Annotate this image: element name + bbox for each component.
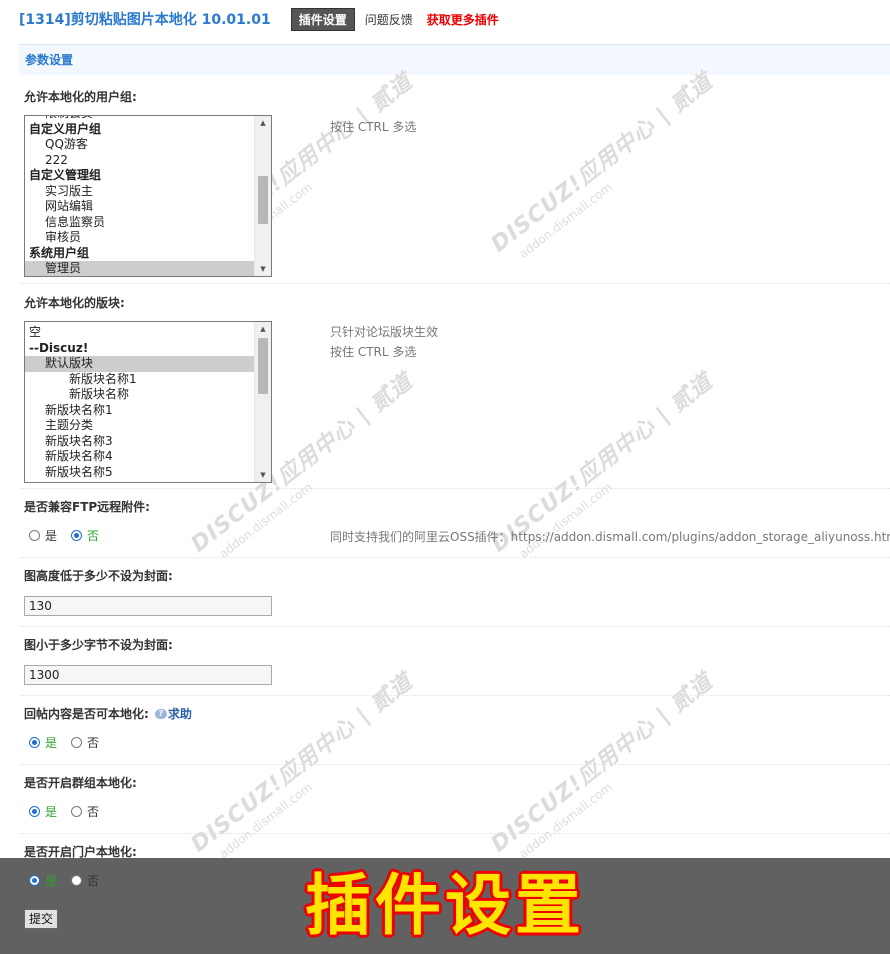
scroll-up-icon[interactable]: ▲ (255, 322, 271, 336)
group-local-no-label[interactable]: 否 (87, 803, 99, 820)
forums-label: 允许本地化的版块: (24, 296, 125, 310)
user-groups-scrollbar[interactable]: ▲ ▼ (254, 116, 271, 276)
watermark: DISCUZ!应用中心 | 贰道addon.dismall.com (487, 669, 731, 874)
forum-option[interactable]: --Discuz! (25, 341, 254, 357)
forum-option[interactable]: 主题分类 (25, 418, 254, 434)
group-local-yes-label[interactable]: 是 (45, 803, 57, 820)
reply-local-label-row: 回帖内容是否可本地化: ? 求助 (24, 705, 192, 722)
group-local-label: 是否开启群组本地化: (24, 776, 137, 790)
forums-tip-2: 按住 CTRL 多选 (330, 345, 417, 359)
user-groups-options: 限制会员自定义用户组QQ游客222自定义管理组实习版主网站编辑信息监察员审核员系… (25, 116, 254, 276)
forums-listbox[interactable]: 空 --Discuz! 默认版块 新版块名称1 新版块名称 新版块名称1 主题分类 新版块名称… (24, 321, 272, 483)
watermark: DISCUZ!应用中心 | 贰道addon.dismall.com (486, 69, 731, 274)
user-groups-label: 允许本地化的用户组: (24, 90, 137, 104)
user-group-option[interactable]: 系统用户组 (25, 246, 254, 262)
ftp-no-radio[interactable] (71, 530, 83, 541)
forum-option[interactable]: 新版块名称4 (25, 449, 254, 465)
ftp-radio-group: 是 否 (29, 527, 113, 544)
forum-option[interactable]: 新版块名称5 (25, 465, 254, 481)
user-groups-tip: 按住 CTRL 多选 (330, 120, 417, 134)
watermark-url: addon.dismall.com (516, 179, 615, 261)
ftp-label: 是否兼容FTP远程附件: (24, 500, 150, 514)
group-local-radio-group: 是 否 (29, 803, 113, 820)
forum-option[interactable]: 新版块名称3 (25, 434, 254, 450)
ftp-yes-label[interactable]: 是 (45, 527, 57, 544)
forums-options: 空 --Discuz! 默认版块 新版块名称1 新版块名称 新版块名称1 主题分类 新版块名称… (25, 325, 254, 480)
ftp-yes-radio[interactable] (29, 530, 40, 541)
min-height-label: 图高度低于多少不设为封面: (24, 569, 173, 583)
reply-local-yes-label[interactable]: 是 (45, 734, 57, 751)
user-group-option[interactable]: 自定义管理组 (25, 168, 254, 184)
reply-local-label: 回帖内容是否可本地化: (24, 707, 149, 721)
forum-option[interactable]: 空 (25, 325, 254, 341)
help-text[interactable]: 求助 (168, 705, 192, 722)
scrollbar-thumb[interactable] (258, 338, 268, 394)
user-group-option[interactable]: 审核员 (25, 230, 254, 246)
watermark: DISCUZ!应用中心 | 贰道addon.dismall.com (187, 669, 431, 874)
watermark-url: addon.dismall.com (216, 779, 315, 861)
user-group-option[interactable]: 222 (25, 153, 254, 169)
reply-local-no-label[interactable]: 否 (87, 734, 99, 751)
forums-tip-1: 只针对论坛版块生效 (330, 325, 439, 339)
forum-option[interactable]: 新版块名称 (25, 387, 254, 403)
min-height-input[interactable]: 130 (24, 596, 272, 616)
min-bytes-input[interactable]: 1300 (24, 665, 272, 685)
user-group-option[interactable]: 网站编辑 (25, 199, 254, 215)
scroll-up-icon[interactable]: ▲ (255, 116, 271, 130)
forum-option[interactable]: 默认版块 (25, 356, 254, 372)
ftp-tip: 同时支持我们的阿里云OSS插件：https://addon.dismall.co… (330, 530, 890, 544)
watermark-url: addon.dismall.com (516, 779, 615, 861)
group-local-yes-radio[interactable] (29, 806, 40, 817)
user-group-option[interactable]: QQ游客 (25, 137, 254, 153)
min-bytes-label: 图小于多少字节不设为封面: (24, 638, 173, 652)
reply-local-radio-group: 是 否 (29, 734, 113, 751)
forums-scrollbar[interactable]: ▲ ▼ (254, 322, 271, 482)
user-group-option[interactable]: 管理员 (25, 261, 254, 276)
forum-option[interactable]: 新版块名称1 (25, 403, 254, 419)
scrollbar-thumb[interactable] (258, 176, 268, 224)
user-group-option[interactable]: 自定义用户组 (25, 122, 254, 138)
ftp-no-label[interactable]: 否 (87, 527, 99, 544)
user-group-option[interactable]: 实习版主 (25, 184, 254, 200)
banner-title: 插件设置 (305, 867, 585, 944)
plugin-header: [1314]剪切粘贴图片本地化 10.01.01 插件设置 问题反馈 获取更多插… (19, 7, 499, 31)
watermark-brand: DISCUZ!应用中心 | 贰道 (486, 69, 718, 258)
link-more-plugins[interactable]: 获取更多插件 (427, 11, 499, 28)
reply-local-no-radio[interactable] (71, 737, 83, 748)
help-link[interactable]: ? 求助 (154, 705, 192, 722)
reply-local-yes-radio[interactable] (29, 737, 40, 748)
section-title: 参数设置 (19, 44, 890, 75)
user-group-option[interactable]: 信息监察员 (25, 215, 254, 231)
tab-plugin-settings[interactable]: 插件设置 (290, 7, 355, 31)
group-local-no-radio[interactable] (71, 806, 83, 817)
plugin-title: [1314]剪切粘贴图片本地化 10.01.01 (19, 12, 271, 28)
scroll-down-icon[interactable]: ▼ (255, 262, 271, 276)
user-groups-listbox[interactable]: 限制会员自定义用户组QQ游客222自定义管理组实习版主网站编辑信息监察员审核员系… (24, 115, 272, 277)
help-icon: ? (154, 708, 167, 719)
scroll-down-icon[interactable]: ▼ (255, 468, 271, 482)
tab-feedback[interactable]: 问题反馈 (365, 11, 413, 28)
forum-option[interactable]: 新版块名称1 (25, 372, 254, 388)
